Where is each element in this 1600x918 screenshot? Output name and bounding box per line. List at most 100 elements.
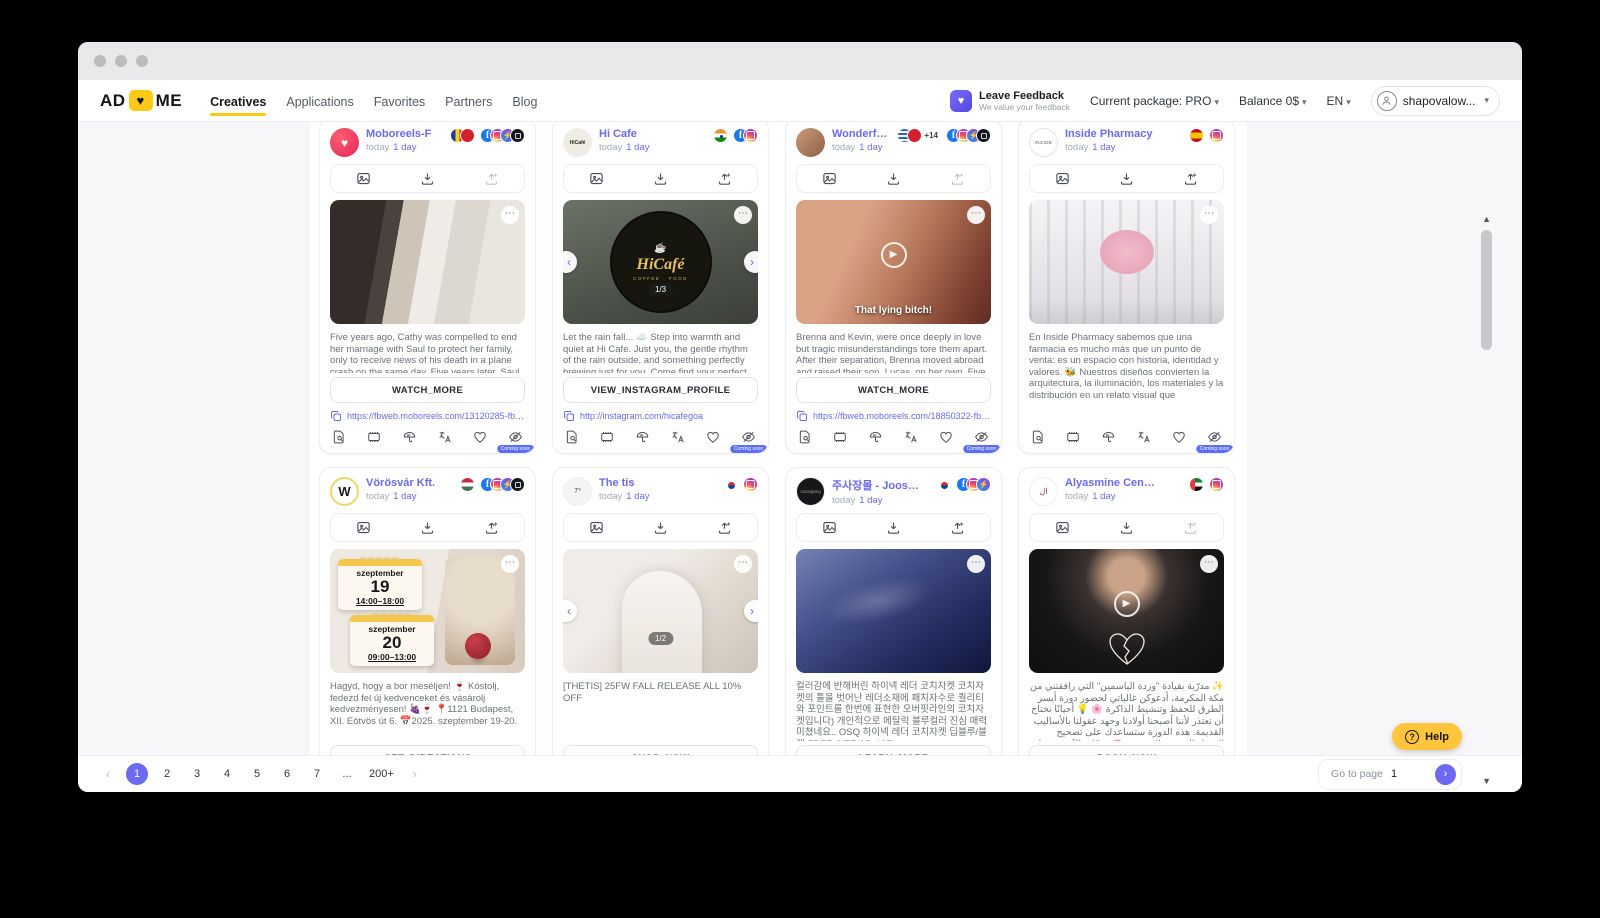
pagination-prev-icon[interactable]: ‹ <box>98 767 118 781</box>
social-network-icon[interactable] <box>976 477 991 492</box>
cta-button[interactable]: VIEW_INSTAGRAM_PROFILE <box>563 377 758 403</box>
view-image-button[interactable] <box>564 520 628 535</box>
favorite-heart-icon[interactable] <box>706 430 720 444</box>
cta-button[interactable]: LEARN_MORE <box>796 745 991 755</box>
more-options-icon[interactable]: ⋯ <box>501 555 519 573</box>
brand-name[interactable]: Moboreels-F <box>366 128 443 140</box>
creative-media[interactable]: ⋯ ‹ › ▶ <box>796 549 991 673</box>
frames-icon[interactable] <box>367 430 381 444</box>
creative-media[interactable]: ⋯ ‹ › ▶ <box>1029 200 1224 324</box>
ip-protection-icon[interactable]: IP <box>402 430 417 444</box>
download-button[interactable] <box>628 171 692 186</box>
creative-media[interactable]: ⋯ ‹ › ▶ szeptember 19 14:00–18:00 szepte… <box>330 549 525 673</box>
download-button[interactable] <box>628 520 692 535</box>
export-button[interactable] <box>693 171 757 186</box>
copy-icon[interactable] <box>330 410 342 422</box>
pagination-next-icon[interactable]: › <box>405 767 425 781</box>
creative-link[interactable]: https://fbweb.moboreels.com/18850322-fb-… <box>813 411 991 421</box>
goto-page-input[interactable] <box>1391 768 1427 780</box>
details-doc-icon[interactable] <box>565 430 579 444</box>
nav-tab[interactable]: Favorites <box>374 83 425 118</box>
download-button[interactable] <box>1094 171 1158 186</box>
user-menu[interactable]: shapovalow... ▾ <box>1371 86 1500 116</box>
pagination-page[interactable]: 3 <box>186 763 208 785</box>
cta-button[interactable]: BOOK_NOW <box>1029 745 1224 755</box>
cta-button[interactable]: WATCH_MORE <box>796 377 991 403</box>
social-network-icon[interactable] <box>743 477 758 492</box>
brand-avatar[interactable] <box>796 128 825 157</box>
translate-icon[interactable] <box>904 430 918 444</box>
pagination-page[interactable]: 5 <box>246 763 268 785</box>
translate-icon[interactable] <box>438 430 452 444</box>
download-button[interactable] <box>861 171 925 186</box>
translate-icon[interactable] <box>671 430 685 444</box>
carousel-next-icon[interactable]: › <box>744 251 758 273</box>
more-options-icon[interactable]: ⋯ <box>1200 555 1218 573</box>
pagination-page[interactable]: 7 <box>306 763 328 785</box>
social-network-icon[interactable] <box>1209 477 1224 492</box>
favorite-heart-icon[interactable] <box>939 430 953 444</box>
country-flag-icon[interactable] <box>907 128 922 143</box>
export-button[interactable] <box>460 171 524 186</box>
social-network-icon[interactable] <box>510 477 525 492</box>
language-dropdown[interactable]: EN▾ <box>1327 94 1351 108</box>
export-button[interactable] <box>926 520 990 535</box>
brand-name[interactable]: Inside Pharmacy <box>1065 128 1157 140</box>
social-network-icon[interactable] <box>743 128 758 143</box>
favorite-heart-icon[interactable] <box>473 430 487 444</box>
favorite-heart-icon[interactable] <box>1172 430 1186 444</box>
download-button[interactable] <box>1094 520 1158 535</box>
country-flag-icon[interactable] <box>936 477 951 492</box>
scrollbar-thumb[interactable] <box>1481 230 1492 350</box>
nav-tab[interactable]: Applications <box>286 83 353 118</box>
play-icon[interactable]: ▶ <box>1114 591 1140 617</box>
creative-link[interactable]: https://fbweb.moboreels.com/13120285-fb-… <box>347 411 525 421</box>
window-control-dot[interactable] <box>115 55 127 67</box>
view-image-button[interactable] <box>564 171 628 186</box>
brand-avatar[interactable]: INSIDE <box>1029 128 1058 157</box>
frames-icon[interactable] <box>1066 430 1080 444</box>
creative-media[interactable]: ⋯ ‹ › That lying bitch! ▶ <box>796 200 991 324</box>
country-flag-icon[interactable] <box>1189 128 1204 143</box>
carousel-prev-icon[interactable]: ‹ <box>563 251 577 273</box>
view-image-button[interactable] <box>1030 520 1094 535</box>
export-button[interactable] <box>1159 520 1223 535</box>
download-button[interactable] <box>861 520 925 535</box>
country-flag-icon[interactable] <box>713 128 728 143</box>
view-image-button[interactable] <box>797 520 861 535</box>
download-button[interactable] <box>395 171 459 186</box>
brand-avatar[interactable]: W <box>330 477 359 506</box>
cta-button[interactable]: GET_DIRECTIONS <box>330 745 525 755</box>
window-control-dot[interactable] <box>94 55 106 67</box>
eye-off-icon[interactable]: Coming soon <box>508 430 523 444</box>
cta-button[interactable]: SHOP_NOW <box>563 745 758 755</box>
translate-icon[interactable] <box>1137 430 1151 444</box>
country-flag-icon[interactable] <box>1189 477 1204 492</box>
details-doc-icon[interactable] <box>332 430 346 444</box>
carousel-next-icon[interactable]: › <box>744 600 758 622</box>
brand-name[interactable]: 주사장몰 - Joosajangmall <box>832 477 924 493</box>
creative-media[interactable]: ⋯ ‹ › ▶ <box>330 200 525 324</box>
export-button[interactable] <box>1159 171 1223 186</box>
brand-avatar[interactable]: ♥ <box>330 128 359 157</box>
brand-name[interactable]: Wonderful Story <box>832 128 890 140</box>
brand-avatar[interactable]: T* <box>563 477 592 506</box>
copy-icon[interactable] <box>796 410 808 422</box>
pagination-page[interactable]: ... <box>336 763 358 785</box>
view-image-button[interactable] <box>331 520 395 535</box>
nav-tab[interactable]: Blog <box>512 83 537 118</box>
export-button[interactable] <box>693 520 757 535</box>
scroll-down-arrow-icon[interactable]: ▼ <box>1482 776 1491 786</box>
export-button[interactable] <box>460 520 524 535</box>
goto-page-button[interactable]: › <box>1435 764 1456 785</box>
package-dropdown[interactable]: Current package: PRO▾ <box>1090 94 1219 108</box>
pagination-page[interactable]: 200+ <box>366 763 397 785</box>
creative-media[interactable]: ⋯ ‹ › ▶ <box>1029 549 1224 673</box>
brand-name[interactable]: Alyasmine Center <box>1065 477 1157 489</box>
nav-tab[interactable]: Creatives <box>210 83 266 118</box>
cta-button[interactable]: WATCH_MORE <box>330 377 525 403</box>
ip-protection-icon[interactable]: IP <box>1101 430 1116 444</box>
eye-off-icon[interactable]: Coming soon <box>741 430 756 444</box>
eye-off-icon[interactable]: Coming soon <box>1207 430 1222 444</box>
download-button[interactable] <box>395 520 459 535</box>
